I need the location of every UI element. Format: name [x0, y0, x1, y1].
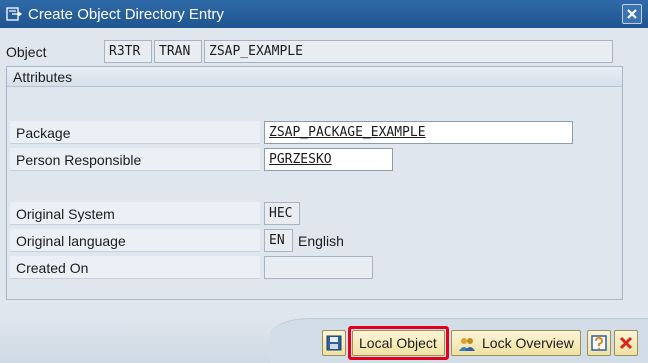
lock-overview-button[interactable]: Lock Overview — [451, 330, 581, 356]
package-field[interactable]: ZSAP_PACKAGE_EXAMPLE — [264, 121, 573, 144]
help-icon — [591, 335, 607, 351]
package-value: ZSAP_PACKAGE_EXAMPLE — [269, 125, 426, 140]
person-value: PGRZESKO — [269, 152, 332, 167]
close-icon — [627, 9, 637, 19]
person-field[interactable]: PGRZESKO — [264, 148, 393, 171]
window-title: Create Object Directory Entry — [28, 5, 224, 23]
save-icon — [326, 335, 342, 351]
language-code-field[interactable]: EN — [264, 229, 293, 252]
cancel-icon — [619, 336, 633, 350]
language-name: English — [298, 233, 344, 249]
title-bar: Create Object Directory Entry — [0, 0, 648, 28]
system-label: Original System — [16, 206, 115, 222]
local-object-button[interactable]: Local Object — [352, 330, 445, 356]
local-object-label: Local Object — [359, 335, 437, 351]
person-label: Person Responsible — [16, 152, 142, 168]
cancel-button[interactable] — [614, 330, 638, 356]
object-name-field[interactable]: ZSAP_EXAMPLE — [204, 40, 613, 63]
help-button[interactable] — [587, 330, 611, 356]
created-label: Created On — [16, 260, 89, 276]
window-close-button[interactable] — [622, 4, 642, 24]
object-label: Object — [6, 44, 47, 60]
create-entry-icon — [6, 7, 22, 21]
attributes-header: Attributes — [7, 67, 622, 87]
lock-overview-label: Lock Overview — [482, 335, 574, 351]
object-pgmid-field[interactable]: R3TR — [104, 40, 152, 63]
save-button[interactable] — [322, 330, 346, 356]
lock-overview-icon — [459, 338, 475, 351]
system-field[interactable]: HEC — [264, 202, 300, 225]
object-type-field[interactable]: TRAN — [154, 40, 202, 63]
created-field[interactable] — [264, 256, 373, 279]
package-label: Package — [16, 125, 71, 141]
language-label: Original language — [16, 233, 126, 249]
